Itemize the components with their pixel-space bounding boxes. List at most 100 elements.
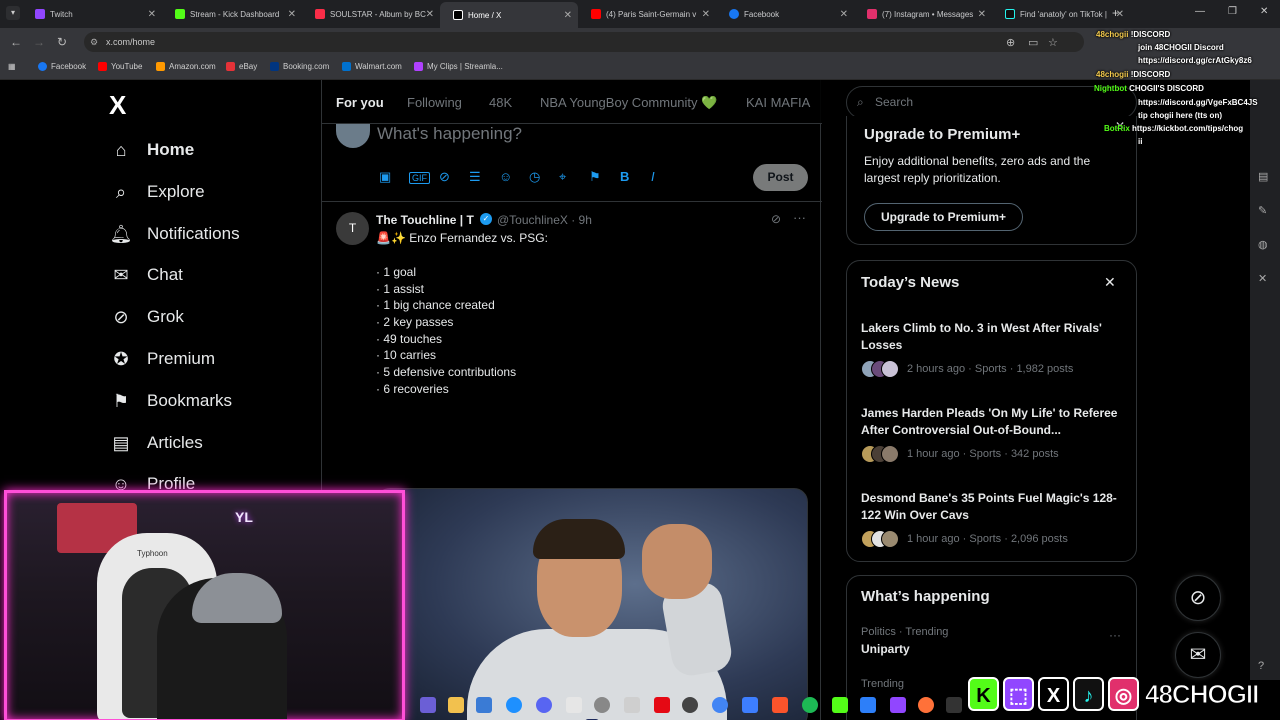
chrome-icon[interactable] — [712, 697, 728, 713]
bookmark-facebook[interactable]: Facebook — [38, 62, 86, 71]
tweet-author-name[interactable]: The Touchline | T — [376, 213, 474, 227]
close-icon[interactable]: ✕ — [978, 9, 986, 20]
more-icon[interactable]: ··· — [1109, 628, 1121, 642]
tab-home-x[interactable]: Home / X ✕ — [440, 2, 578, 28]
new-tab-button[interactable]: + — [1112, 6, 1119, 20]
nav-articles[interactable]: ▤ Articles — [109, 429, 202, 457]
nav-chat[interactable]: ✉ Chat — [109, 261, 182, 289]
news-item[interactable]: James Harden Pleads 'On My Life' to Refe… — [861, 405, 1129, 463]
close-icon[interactable]: ✕ — [426, 9, 434, 20]
close-icon[interactable]: ✕ — [564, 10, 572, 21]
tweet-handle-time[interactable]: @TouchlineX · 9h — [497, 213, 592, 227]
app-icon[interactable] — [566, 697, 582, 713]
bookmark-walmart[interactable]: Walmart.com — [342, 62, 402, 71]
post-button[interactable]: Post — [753, 164, 808, 191]
messages-floating-button[interactable]: ✉ — [1175, 632, 1221, 678]
minimize-icon[interactable]: — — [1195, 6, 1205, 17]
news-item[interactable]: Lakers Climb to No. 3 in West After Riva… — [861, 320, 1129, 378]
close-window-icon[interactable]: ✕ — [1260, 6, 1268, 17]
grok-icon[interactable]: ⊘ — [439, 169, 450, 185]
site-info-icon[interactable]: ⚙ — [90, 32, 98, 52]
nav-home[interactable]: ⌂ Home — [109, 136, 195, 164]
taskbar-app-icon[interactable] — [420, 697, 436, 713]
tab-facebook[interactable]: Facebook ✕ — [716, 4, 854, 24]
obs-icon[interactable] — [682, 697, 698, 713]
store-icon[interactable] — [476, 697, 492, 713]
avatar[interactable] — [336, 124, 370, 148]
x-logo-icon[interactable]: X — [109, 90, 126, 121]
tab-tiktok[interactable]: Find 'anatoly' on TikTok | ✕ — [992, 4, 1130, 24]
app-icon[interactable] — [742, 697, 758, 713]
tab-48k[interactable]: 48K — [489, 95, 512, 110]
grok-explain-icon[interactable]: ⊘ — [771, 212, 781, 226]
location-icon[interactable]: ⌖ — [559, 169, 566, 185]
app-icon[interactable] — [624, 697, 640, 713]
bookmark-youtube[interactable]: YouTube — [98, 62, 142, 71]
app-icon[interactable] — [860, 697, 876, 713]
grok-floating-button[interactable]: ⊘ — [1175, 575, 1221, 621]
tab-for-you[interactable]: For you — [336, 95, 384, 110]
trend-name[interactable]: Uniparty — [861, 642, 910, 656]
tab-music[interactable]: SOULSTAR - Album by BC ✕ — [302, 4, 440, 24]
zoom-icon[interactable]: ⊕ — [1006, 36, 1015, 49]
schedule-icon[interactable]: ◷ — [529, 169, 540, 185]
nav-grok[interactable]: ⊘ Grok — [109, 303, 183, 331]
bold-icon[interactable]: B — [620, 169, 629, 184]
help-icon[interactable]: ? — [1258, 660, 1264, 672]
app-icon[interactable] — [832, 697, 848, 713]
gif-icon[interactable]: GIF — [409, 172, 430, 184]
forward-icon[interactable]: → — [33, 35, 45, 49]
italic-icon[interactable]: I — [651, 169, 655, 184]
document-icon[interactable]: ▤ — [1258, 170, 1268, 183]
bookmark-ebay[interactable]: eBay — [226, 62, 257, 71]
settings-icon[interactable] — [594, 697, 610, 713]
image-icon[interactable]: ▣ — [379, 169, 391, 185]
netflix-icon[interactable] — [654, 697, 670, 713]
upgrade-premium-button[interactable]: Upgrade to Premium+ — [864, 203, 1023, 231]
flag-icon[interactable]: ⚑ — [589, 169, 601, 185]
tab-instagram[interactable]: (7) Instagram • Messages ✕ — [854, 4, 992, 24]
game-icon[interactable]: ◍ — [1258, 238, 1268, 251]
nav-bookmarks[interactable]: ⚑ Bookmarks — [109, 387, 232, 415]
tools-icon[interactable]: ✕ — [1258, 272, 1267, 285]
avatar[interactable]: T — [336, 212, 369, 245]
brave-icon[interactable] — [772, 697, 788, 713]
firefox-icon[interactable] — [918, 697, 934, 713]
close-icon[interactable]: ✕ — [288, 9, 296, 20]
tab-search-button[interactable]: ▾ — [6, 6, 20, 20]
edit-icon[interactable]: ✎ — [1258, 204, 1267, 217]
bookmark-amazon[interactable]: Amazon.com — [156, 62, 216, 71]
folder-icon[interactable] — [448, 697, 464, 713]
close-icon[interactable]: ✕ — [702, 9, 710, 20]
discord-icon[interactable] — [536, 697, 552, 713]
tab-following[interactable]: Following — [407, 95, 462, 110]
spotify-icon[interactable] — [802, 697, 818, 713]
tab-kai-mafia[interactable]: KAI MAFIA — [746, 95, 810, 110]
app-icon[interactable] — [890, 697, 906, 713]
tab-nba-youngboy-community[interactable]: NBA YoungBoy Community 💚 — [540, 95, 717, 111]
url-field[interactable]: ⚙ x.com/home — [84, 32, 1084, 52]
back-icon[interactable]: ← — [10, 35, 22, 49]
nav-notifications[interactable]: 🔔︎ Notifications — [109, 220, 240, 248]
close-icon[interactable]: ✕ — [1104, 274, 1116, 291]
bookmark-booking[interactable]: Booking.com — [270, 62, 329, 71]
edge-icon[interactable] — [506, 697, 522, 713]
more-icon[interactable]: ··· — [793, 210, 806, 225]
bookmark-streamlabs[interactable]: My Clips | Streamla... — [414, 62, 503, 71]
emoji-icon[interactable]: ☺ — [499, 169, 512, 184]
tweet-media-image[interactable] — [376, 488, 808, 720]
poll-icon[interactable]: ☰ — [469, 169, 481, 185]
tab-kick[interactable]: Stream - Kick Dashboard ✕ — [162, 4, 302, 24]
cast-icon[interactable]: ▭ — [1028, 36, 1038, 49]
compose-input[interactable]: What's happening? — [377, 124, 522, 144]
tab-twitch[interactable]: Twitch ✕ — [22, 4, 162, 24]
apps-icon[interactable]: ▦ — [8, 62, 16, 71]
tab-youtube[interactable]: (4) Paris Saint-Germain v ✕ — [578, 4, 716, 24]
epic-games-icon[interactable] — [946, 697, 962, 713]
nav-premium[interactable]: ✪ Premium — [109, 345, 215, 373]
reload-icon[interactable]: ↻ — [57, 35, 67, 49]
bookmark-star-icon[interactable]: ☆ — [1048, 36, 1058, 49]
close-icon[interactable]: ✕ — [840, 9, 848, 20]
maximize-icon[interactable]: ❐ — [1228, 6, 1237, 17]
news-item[interactable]: Desmond Bane's 35 Points Fuel Magic's 12… — [861, 490, 1129, 548]
